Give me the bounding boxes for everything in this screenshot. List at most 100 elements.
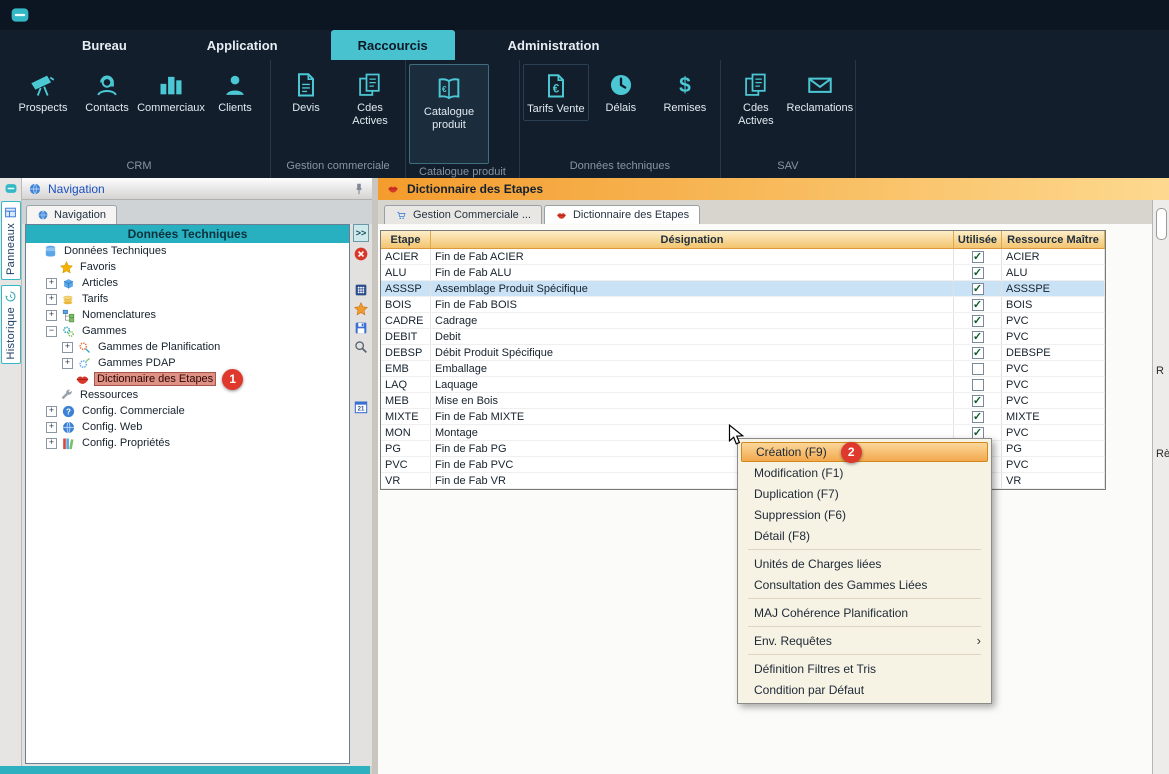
tree-item-favoris[interactable]: Favoris (26, 259, 349, 275)
column-header-designation[interactable]: Désignation (431, 231, 954, 248)
column-header-ressource-maitre[interactable]: Ressource Maître (1002, 231, 1105, 248)
tree-expander[interactable]: + (62, 358, 73, 369)
column-header-etape[interactable]: Etape (381, 231, 431, 248)
tree-expander[interactable]: + (62, 342, 73, 353)
calendar-button[interactable]: 21 (353, 399, 369, 415)
close-panel-button[interactable] (353, 246, 369, 262)
table-row-emb[interactable]: EMBEmballagePVC (381, 361, 1105, 377)
table-row-bois[interactable]: BOISFin de Fab BOIS✓BOIS (381, 297, 1105, 313)
tree-item-tarifs[interactable]: +Tarifs (26, 291, 349, 307)
menu-item-condition-par-defaut[interactable]: Condition par Défaut (740, 679, 989, 700)
tree-expander[interactable]: + (46, 422, 57, 433)
tree-item-dictionnaire-des-etapes[interactable]: Dictionnaire des Etapes1 (26, 371, 349, 387)
checkbox-unchecked[interactable] (972, 379, 984, 391)
tree-item-donnees-techniques[interactable]: Données Techniques (26, 243, 349, 259)
table-row-cadre[interactable]: CADRECadrage✓PVC (381, 313, 1105, 329)
dock-tab-panneaux[interactable]: Panneaux (1, 201, 21, 280)
save-button[interactable] (353, 320, 369, 336)
menu-item-definition-filtres-et-tris[interactable]: Définition Filtres et Tris (740, 658, 989, 679)
table-row-debit[interactable]: DEBITDebit✓PVC (381, 329, 1105, 345)
document-tab-dictionnaire-des-etapes[interactable]: Dictionnaire des Etapes (544, 205, 700, 224)
tree-expander[interactable]: + (46, 310, 57, 321)
menu-item-duplication-f7[interactable]: Duplication (F7) (740, 483, 989, 504)
menu-item-maj-coherence-planification[interactable]: MAJ Cohérence Planification (740, 602, 989, 623)
ribbon-button-delais[interactable]: Délais (589, 64, 653, 119)
keypad-button[interactable] (353, 282, 369, 298)
ribbon-button-label: Cdes Actives (339, 102, 401, 127)
menu-item-unites-de-charges-liees[interactable]: Unités de Charges liées (740, 553, 989, 574)
tree-item-config-proprietes[interactable]: +Config. Propriétés (26, 435, 349, 451)
ribbon-button-cdes-actives[interactable]: Cdes Actives (724, 64, 788, 131)
tree-expander[interactable]: + (46, 406, 57, 417)
ribbon-button-devis[interactable]: Devis (274, 64, 338, 119)
right-collapsed-panel[interactable]: RRè (1152, 200, 1169, 774)
ribbon-tab-application[interactable]: Application (180, 30, 305, 60)
menu-item-suppression-f6[interactable]: Suppression (F6) (740, 504, 989, 525)
ribbon-button-remises[interactable]: $Remises (653, 64, 717, 119)
checkbox-checked[interactable]: ✓ (972, 331, 984, 343)
checkbox-checked[interactable]: ✓ (972, 315, 984, 327)
tree-expander[interactable]: + (46, 294, 57, 305)
ribbon-button-label: Reclamations (787, 102, 854, 115)
treeview-icon (61, 308, 76, 323)
ribbon-group-donnees-techniques: €Tarifs VenteDélais$RemisesDonnées techn… (520, 60, 721, 178)
tree-expander[interactable]: + (46, 438, 57, 449)
table-row-alu[interactable]: ALUFin de Fab ALU✓ALU (381, 265, 1105, 281)
favorites-button[interactable] (353, 301, 369, 317)
tree-item-label: Données Techniques (62, 245, 169, 257)
column-header-utilisee[interactable]: Utilisée (954, 231, 1002, 248)
menu-item-consultation-des-gammes-liees[interactable]: Consultation des Gammes Liées (740, 574, 989, 595)
tree-item-articles[interactable]: +Articles (26, 275, 349, 291)
pin-icon[interactable] (352, 182, 366, 196)
menu-item-env-requetes[interactable]: Env. Requêtes› (740, 630, 989, 651)
vertical-scrollbar-thumb[interactable] (1156, 208, 1167, 240)
checkbox-checked[interactable]: ✓ (972, 411, 984, 423)
tree-expander[interactable]: − (46, 326, 57, 337)
menu-item-detail-f8[interactable]: Détail (F8) (740, 525, 989, 546)
checkbox-unchecked[interactable] (972, 363, 984, 375)
tree-item-config-web[interactable]: +Config. Web (26, 419, 349, 435)
collapse-panel-button[interactable]: >> (353, 224, 369, 242)
ribbon-button-prospects[interactable]: Prospects (11, 64, 75, 119)
ribbon-tab-bureau[interactable]: Bureau (55, 30, 154, 60)
ribbon-button-tarifs-vente[interactable]: €Tarifs Vente (523, 64, 589, 121)
checkbox-checked[interactable]: ✓ (972, 395, 984, 407)
checkbox-checked[interactable]: ✓ (972, 427, 984, 439)
table-row-mixte[interactable]: MIXTEFin de Fab MIXTE✓MIXTE (381, 409, 1105, 425)
table-row-asssp[interactable]: ASSSPAssemblage Produit Spécifique✓ASSSP… (381, 281, 1105, 297)
menu-item-creation-f9[interactable]: Création (F9)2 (741, 442, 988, 462)
tree-item-ressources[interactable]: Ressources (26, 387, 349, 403)
ribbon-button-commerciaux[interactable]: Commerciaux (139, 64, 203, 119)
submenu-arrow-icon: › (977, 633, 981, 648)
dock-tab-historique[interactable]: Historique (1, 285, 21, 365)
horizontal-scrollbar[interactable] (0, 766, 370, 774)
checkbox-checked[interactable]: ✓ (972, 299, 984, 311)
tree-item-label: Config. Commerciale (80, 405, 187, 417)
tree-item-gammes[interactable]: −Gammes (26, 323, 349, 339)
tree-item-nomenclatures[interactable]: +Nomenclatures (26, 307, 349, 323)
checkbox-checked[interactable]: ✓ (972, 267, 984, 279)
ribbon-tab-raccourcis[interactable]: Raccourcis (331, 30, 455, 60)
checkbox-checked[interactable]: ✓ (972, 251, 984, 263)
table-row-debsp[interactable]: DEBSPDébit Produit Spécifique✓DEBSPE (381, 345, 1105, 361)
document-tab-gestion-commerciale[interactable]: Gestion Commerciale ... (384, 205, 542, 224)
tree-item-gammes-de-planification[interactable]: +Gammes de Planification (26, 339, 349, 355)
table-row-acier[interactable]: ACIERFin de Fab ACIER✓ACIER (381, 249, 1105, 265)
ribbon-button-contacts[interactable]: Contacts (75, 64, 139, 119)
ribbon-tab-administration[interactable]: Administration (481, 30, 627, 60)
checkbox-checked[interactable]: ✓ (972, 347, 984, 359)
ribbon-button-clients[interactable]: Clients (203, 64, 267, 119)
checkbox-checked[interactable]: ✓ (972, 283, 984, 295)
search-button[interactable] (353, 339, 369, 355)
menu-item-modification-f1[interactable]: Modification (F1) (740, 462, 989, 483)
tree-expander[interactable]: + (46, 278, 57, 289)
tree-item-gammes-pdap[interactable]: +Gammes PDAP (26, 355, 349, 371)
tab-navigation[interactable]: Navigation (26, 205, 117, 224)
tree-item-config-commerciale[interactable]: +?Config. Commerciale (26, 403, 349, 419)
ribbon-button-cdes-actives[interactable]: Cdes Actives (338, 64, 402, 131)
table-row-meb[interactable]: MEBMise en Bois✓PVC (381, 393, 1105, 409)
cell-designation: Debit (431, 329, 954, 344)
ribbon-button-reclamations[interactable]: Reclamations (788, 64, 852, 119)
table-row-laq[interactable]: LAQLaquagePVC (381, 377, 1105, 393)
ribbon-button-catalogue-produit[interactable]: €Catalogue produit (409, 64, 489, 164)
